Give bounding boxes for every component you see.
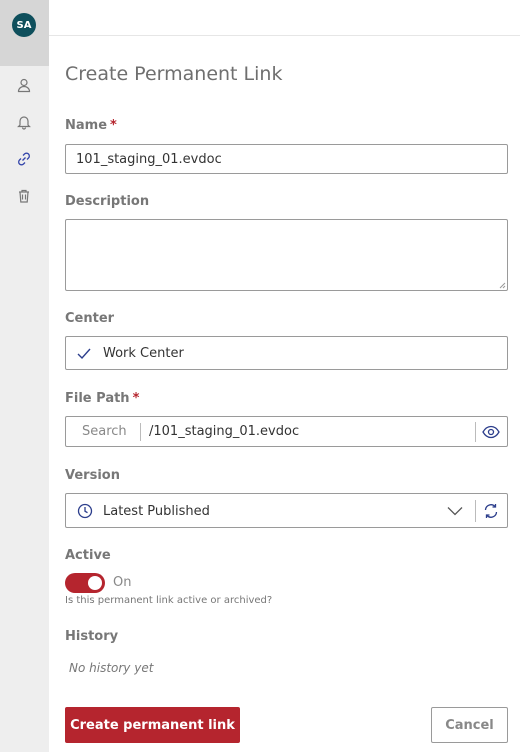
version-select[interactable]: Latest Published: [65, 493, 508, 528]
eye-icon[interactable]: [482, 424, 500, 440]
toggle-knob: [88, 576, 102, 590]
divider: [140, 423, 141, 441]
header-divider: [49, 35, 520, 36]
center-select[interactable]: Work Center: [65, 336, 508, 370]
clock-icon: [77, 503, 93, 519]
cancel-button[interactable]: Cancel: [431, 707, 508, 743]
center-label: Center: [65, 311, 115, 326]
description-label: Description: [65, 194, 150, 209]
divider: [475, 422, 476, 442]
file-path-label: File Path *: [65, 391, 140, 406]
trash-icon[interactable]: [12, 184, 36, 208]
active-hint: Is this permanent link active or archive…: [65, 595, 273, 606]
history-label: History: [65, 629, 119, 644]
center-value: Work Center: [103, 346, 184, 361]
divider: [475, 500, 476, 522]
avatar[interactable]: SA: [12, 13, 36, 37]
sidebar-header: SA: [0, 0, 49, 66]
name-field[interactable]: 101_staging_01.evdoc: [65, 144, 508, 174]
active-label: Active: [65, 548, 111, 563]
link-icon[interactable]: [12, 147, 36, 171]
active-state-label: On: [113, 575, 132, 590]
create-permanent-link-button[interactable]: Create permanent link: [65, 707, 240, 743]
check-icon: [77, 348, 91, 360]
version-value: Latest Published: [103, 504, 210, 519]
resize-handle-icon[interactable]: [498, 281, 506, 289]
active-toggle[interactable]: [65, 573, 105, 593]
sidebar: SA: [0, 0, 49, 752]
file-path-value: /101_staging_01.evdoc: [149, 424, 300, 439]
file-path-search-button[interactable]: Search: [82, 424, 127, 439]
file-path-field[interactable]: Search /101_staging_01.evdoc: [65, 416, 508, 447]
user-icon[interactable]: [12, 73, 36, 97]
refresh-icon[interactable]: [482, 502, 500, 520]
name-label: Name *: [65, 118, 117, 133]
name-value: 101_staging_01.evdoc: [76, 152, 222, 167]
page-title: Create Permanent Link: [65, 63, 283, 85]
history-empty-text: No history yet: [69, 661, 154, 675]
version-label: Version: [65, 468, 120, 483]
description-textarea[interactable]: [65, 219, 508, 291]
chevron-down-icon[interactable]: [447, 506, 463, 516]
bell-icon[interactable]: [12, 110, 36, 134]
